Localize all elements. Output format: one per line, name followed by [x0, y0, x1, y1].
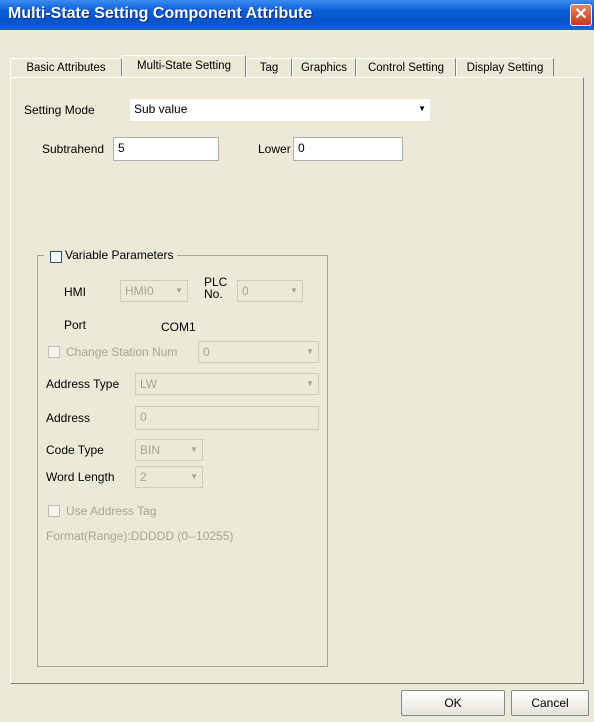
address-type-value: LW — [140, 377, 158, 391]
cancel-button[interactable]: Cancel — [511, 690, 589, 716]
port-label: Port — [64, 318, 87, 332]
address-input[interactable]: 0 — [135, 406, 319, 430]
subtrahend-label: Subtrahend — [42, 142, 105, 156]
window-title: Multi-State Setting Component Attribute — [8, 5, 313, 22]
tab-multi-state-setting[interactable]: Multi-State Setting — [122, 55, 246, 77]
lower-input[interactable]: 0 — [293, 137, 403, 161]
use-address-tag-label: Use Address Tag — [66, 504, 157, 518]
word-length-label: Word Length — [46, 470, 115, 484]
address-label: Address — [46, 411, 91, 425]
plc-no-value: 0 — [242, 284, 249, 298]
code-type-label: Code Type — [46, 443, 104, 457]
hmi-label: HMI — [64, 285, 86, 299]
subtrahend-input[interactable]: 5 — [113, 137, 219, 161]
chevron-down-icon: ▼ — [190, 445, 198, 454]
chevron-down-icon: ▼ — [306, 347, 314, 356]
lower-label: Lower — [258, 142, 291, 156]
variable-parameters-label: Variable Parameters — [65, 248, 174, 262]
tab-graphics[interactable]: Graphics — [292, 58, 356, 76]
change-station-dropdown[interactable]: 0 ▼ — [198, 341, 319, 363]
use-address-tag-checkbox[interactable] — [48, 505, 60, 517]
address-type-label: Address Type — [46, 377, 120, 391]
change-station-value: 0 — [203, 345, 210, 359]
tab-basic-attributes[interactable]: Basic Attributes — [10, 58, 122, 76]
lower-value: 0 — [298, 141, 305, 155]
chevron-down-icon: ▼ — [190, 472, 198, 481]
port-value: COM1 — [161, 320, 196, 334]
chevron-down-icon: ▼ — [290, 286, 298, 295]
word-length-value: 2 — [140, 470, 147, 484]
variable-parameters-group — [37, 255, 328, 667]
code-type-value: BIN — [140, 443, 161, 457]
address-value: 0 — [140, 410, 147, 424]
word-length-dropdown[interactable]: 2 ▼ — [135, 466, 203, 488]
subtrahend-value: 5 — [118, 141, 125, 155]
variable-parameters-legend: Variable Parameters — [44, 248, 177, 264]
tab-strip: Basic Attributes Multi-State Setting Tag… — [10, 55, 590, 77]
code-type-dropdown[interactable]: BIN ▼ — [135, 439, 203, 461]
chevron-down-icon: ▼ — [418, 104, 426, 113]
hmi-value: HMI0 — [125, 284, 154, 298]
variable-parameters-checkbox[interactable] — [50, 251, 62, 263]
setting-mode-label: Setting Mode — [24, 103, 95, 117]
address-type-dropdown[interactable]: LW ▼ — [135, 373, 319, 395]
tab-display-setting[interactable]: Display Setting — [456, 58, 554, 76]
chevron-down-icon: ▼ — [306, 379, 314, 388]
setting-mode-value: Sub value — [134, 102, 188, 116]
chevron-down-icon: ▼ — [175, 286, 183, 295]
no-label-line: No. — [204, 287, 223, 301]
ok-button[interactable]: OK — [401, 690, 505, 716]
change-station-label: Change Station Num — [66, 345, 178, 359]
setting-mode-dropdown[interactable]: Sub value ▼ — [130, 99, 430, 121]
plc-no-dropdown[interactable]: 0 ▼ — [237, 280, 303, 302]
change-station-checkbox[interactable] — [48, 346, 60, 358]
hmi-dropdown[interactable]: HMI0 ▼ — [120, 280, 188, 302]
title-bar: Multi-State Setting Component Attribute … — [0, 0, 594, 30]
plc-no-label: PLC No. — [204, 276, 227, 300]
tab-control-setting[interactable]: Control Setting — [356, 58, 456, 76]
format-range-text: Format(Range):DDDDD (0--10255) — [46, 529, 234, 543]
close-icon[interactable]: ✕ — [570, 4, 592, 26]
tab-tag[interactable]: Tag — [246, 58, 292, 76]
